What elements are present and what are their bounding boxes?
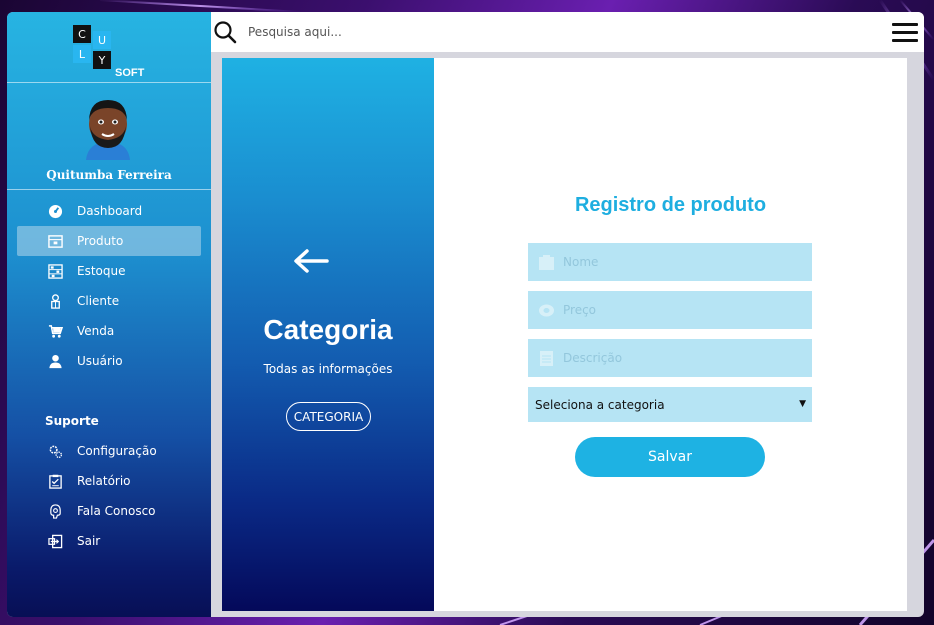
product-form: Registro de produto Seleciona a categori… [434, 58, 907, 611]
support-nav: Configuração Relatório Fala Conosco Sair [17, 436, 201, 556]
price-input[interactable] [563, 303, 793, 317]
sidebar-item-fala-conosco[interactable]: Fala Conosco [17, 496, 201, 526]
user-avatar [86, 100, 130, 160]
logo-letter-c: C [73, 25, 91, 43]
hamburger-menu-icon[interactable] [892, 23, 918, 43]
logo-suffix: SOFT [115, 67, 145, 79]
sidebar-item-sair[interactable]: Sair [17, 526, 201, 556]
search-input[interactable] [248, 25, 648, 39]
report-icon [47, 473, 63, 489]
user-icon [47, 353, 63, 369]
content-card: Categoria Todas as informações CATEGORIA… [222, 58, 907, 611]
stock-icon [47, 263, 63, 279]
sidebar-item-dashboard[interactable]: Dashboard [17, 196, 201, 226]
category-title: Categoria [263, 314, 393, 345]
sidebar-item-label: Venda [77, 324, 115, 338]
form-title: Registro de produto [574, 194, 767, 216]
name-input[interactable] [563, 255, 793, 269]
document-icon [540, 350, 553, 366]
name-field[interactable] [528, 243, 812, 281]
description-field[interactable] [528, 339, 812, 377]
divider [7, 82, 211, 83]
cart-icon [47, 323, 63, 339]
search-icon[interactable] [212, 19, 238, 45]
sidebar-item-label: Sair [77, 534, 101, 548]
category-panel: Categoria Todas as informações CATEGORIA [222, 58, 434, 611]
coin-icon [539, 304, 554, 316]
price-field[interactable] [528, 291, 812, 329]
save-button[interactable]: Salvar [575, 437, 765, 477]
sidebar-item-label: Fala Conosco [77, 504, 156, 518]
top-bar [211, 12, 924, 52]
support-section-title: Suporte [45, 414, 99, 428]
divider [7, 189, 211, 190]
brand-logo: C U L Y SOFT [73, 25, 153, 79]
category-subtitle: Todas as informações [263, 362, 393, 376]
sidebar-item-usuario[interactable]: Usuário [17, 346, 201, 376]
logo-letter-l: L [73, 45, 91, 63]
logout-icon [47, 533, 63, 549]
sidebar-item-label: Dashboard [77, 204, 143, 218]
product-icon [47, 233, 63, 249]
sidebar: C U L Y SOFT Quitumba Ferreira Dashboard… [7, 12, 211, 617]
box-icon [539, 254, 554, 270]
app-window: C U L Y SOFT Quitumba Ferreira Dashboard… [7, 12, 924, 617]
category-button[interactable]: CATEGORIA [286, 402, 371, 431]
headset-icon [47, 503, 63, 519]
gear-icon [47, 443, 63, 459]
sidebar-item-relatorio[interactable]: Relatório [17, 466, 201, 496]
sidebar-nav: Dashboard Produto Estoque Cliente Venda … [17, 196, 201, 376]
sidebar-item-produto[interactable]: Produto [17, 226, 201, 256]
chevron-down-icon: ▼ [799, 399, 806, 409]
sidebar-item-label: Estoque [77, 264, 126, 278]
logo-letter-u: U [93, 31, 111, 49]
sidebar-item-label: Usuário [77, 354, 123, 368]
logo-letter-y: Y [93, 51, 111, 69]
back-arrow-icon[interactable] [292, 246, 330, 276]
sidebar-item-estoque[interactable]: Estoque [17, 256, 201, 286]
main-area: Categoria Todas as informações CATEGORIA… [211, 12, 924, 617]
sidebar-item-label: Relatório [77, 474, 131, 488]
dashboard-icon [47, 203, 63, 219]
user-name: Quitumba Ferreira [46, 168, 172, 182]
sidebar-item-label: Cliente [77, 294, 120, 308]
client-icon [47, 293, 63, 309]
sidebar-item-label: Configuração [77, 444, 157, 458]
category-select[interactable]: Seleciona a categoria ▼ [528, 387, 812, 422]
category-select-value: Seleciona a categoria [535, 397, 665, 412]
description-input[interactable] [563, 351, 793, 365]
sidebar-item-venda[interactable]: Venda [17, 316, 201, 346]
sidebar-item-label: Produto [77, 234, 124, 248]
sidebar-item-configuracao[interactable]: Configuração [17, 436, 201, 466]
sidebar-item-cliente[interactable]: Cliente [17, 286, 201, 316]
